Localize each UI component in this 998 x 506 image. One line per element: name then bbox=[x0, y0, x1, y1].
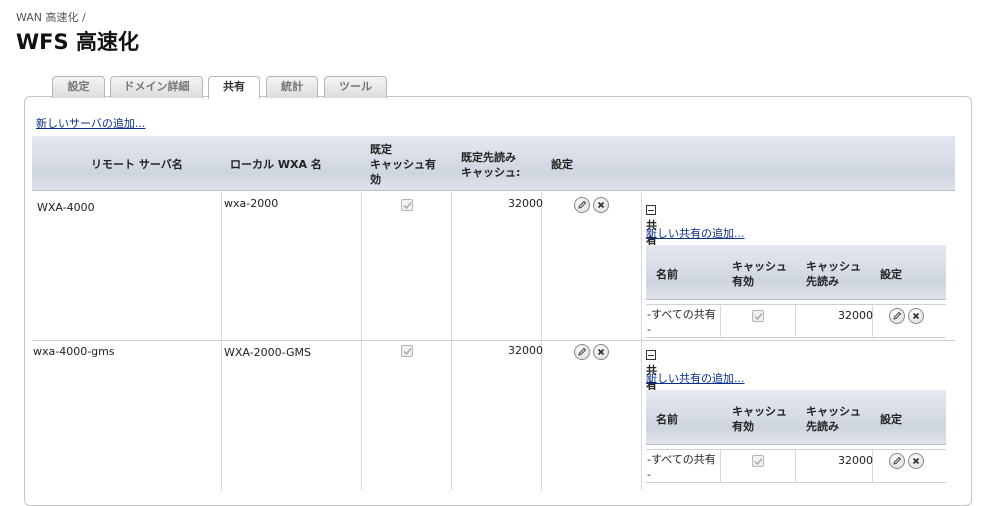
x-icon bbox=[597, 348, 605, 356]
col-divider bbox=[361, 192, 362, 490]
x-icon bbox=[912, 457, 920, 465]
collapse-icon[interactable] bbox=[646, 205, 656, 215]
share-edit-button[interactable] bbox=[889, 308, 905, 324]
servers-table-header: リモート サーバ名 ローカル WXA 名 既定 キャッシュ有 効 既定先読み キ… bbox=[32, 136, 955, 191]
pencil-icon bbox=[578, 200, 587, 209]
col-share-name: 名前 bbox=[656, 413, 678, 426]
local-wxa-name: wxa-2000 bbox=[224, 197, 279, 210]
share-cache-checkbox[interactable] bbox=[752, 455, 764, 467]
pencil-icon bbox=[578, 347, 587, 356]
tab-shares[interactable]: 共有 bbox=[208, 76, 260, 99]
share-row: -すべての共有 - 32000 bbox=[646, 449, 946, 483]
add-share-link[interactable]: 新しい共有の追加... bbox=[646, 225, 745, 241]
share-cache-checkbox[interactable] bbox=[752, 310, 764, 322]
edit-button[interactable] bbox=[574, 344, 590, 360]
shares-table-header: 名前 キャッシュ 有効 キャッシュ 先読み 設定 bbox=[646, 245, 946, 300]
pencil-icon bbox=[893, 456, 902, 465]
col-divider bbox=[451, 192, 452, 490]
col-local-wxa: ローカル WXA 名 bbox=[230, 158, 322, 171]
page-title: WFS 高速化 bbox=[16, 30, 139, 54]
col-share-cache: キャッシュ 有効 bbox=[732, 260, 787, 288]
tab-tools[interactable]: ツール bbox=[324, 76, 387, 98]
share-delete-button[interactable] bbox=[908, 308, 924, 324]
add-share-link[interactable]: 新しい共有の追加... bbox=[646, 370, 745, 386]
collapse-icon[interactable] bbox=[646, 350, 656, 360]
checkmark-icon bbox=[403, 202, 412, 210]
x-icon bbox=[912, 312, 920, 320]
col-settings: 設定 bbox=[551, 158, 573, 171]
share-row: -すべての共有 - 32000 bbox=[646, 304, 946, 338]
tab-settings[interactable]: 設定 bbox=[52, 76, 105, 98]
col-divider bbox=[221, 192, 222, 490]
prefetch-value: 32000 bbox=[508, 197, 543, 210]
col-share-settings: 設定 bbox=[880, 413, 902, 426]
add-server-link[interactable]: 新しいサーバの追加... bbox=[36, 115, 145, 131]
shares-table-header: 名前 キャッシュ 有効 キャッシュ 先読み 設定 bbox=[646, 390, 946, 445]
share-prefetch: 32000 bbox=[838, 454, 873, 467]
delete-button[interactable] bbox=[593, 344, 609, 360]
col-share-settings: 設定 bbox=[880, 268, 902, 281]
remote-server-name: WXA-4000 bbox=[37, 201, 95, 214]
prefetch-value: 32000 bbox=[508, 344, 543, 357]
share-name: -すべての共有 - bbox=[647, 453, 716, 481]
share-name: -すべての共有 - bbox=[647, 308, 716, 336]
col-divider bbox=[541, 192, 542, 490]
col-share-prefetch: キャッシュ 先読み bbox=[806, 405, 861, 433]
cache-enabled-checkbox[interactable] bbox=[401, 199, 413, 211]
col-share-cache: キャッシュ 有効 bbox=[732, 405, 787, 433]
local-wxa-name: WXA-2000-GMS bbox=[224, 346, 312, 359]
col-share-name: 名前 bbox=[656, 268, 678, 281]
remote-server-name: wxa-4000-gms bbox=[33, 345, 115, 358]
col-remote-server: リモート サーバ名 bbox=[91, 158, 183, 171]
col-share-prefetch: キャッシュ 先読み bbox=[806, 260, 861, 288]
x-icon bbox=[597, 201, 605, 209]
cache-enabled-checkbox[interactable] bbox=[401, 345, 413, 357]
pencil-icon bbox=[893, 311, 902, 320]
delete-button[interactable] bbox=[593, 197, 609, 213]
col-prefetch: 既定先読み キャッシュ: bbox=[461, 151, 521, 179]
checkmark-icon bbox=[754, 313, 763, 321]
checkmark-icon bbox=[403, 348, 412, 356]
edit-button[interactable] bbox=[574, 197, 590, 213]
tab-domain-details[interactable]: ドメイン詳細 bbox=[110, 76, 203, 98]
checkmark-icon bbox=[754, 458, 763, 466]
col-divider bbox=[641, 192, 642, 490]
breadcrumb[interactable]: WAN 高速化 / bbox=[16, 9, 86, 25]
share-delete-button[interactable] bbox=[908, 453, 924, 469]
share-edit-button[interactable] bbox=[889, 453, 905, 469]
col-cache-enabled: 既定 キャッシュ有 効 bbox=[370, 143, 436, 186]
tab-stats[interactable]: 統計 bbox=[266, 76, 318, 98]
row-divider bbox=[32, 340, 955, 341]
share-prefetch: 32000 bbox=[838, 309, 873, 322]
